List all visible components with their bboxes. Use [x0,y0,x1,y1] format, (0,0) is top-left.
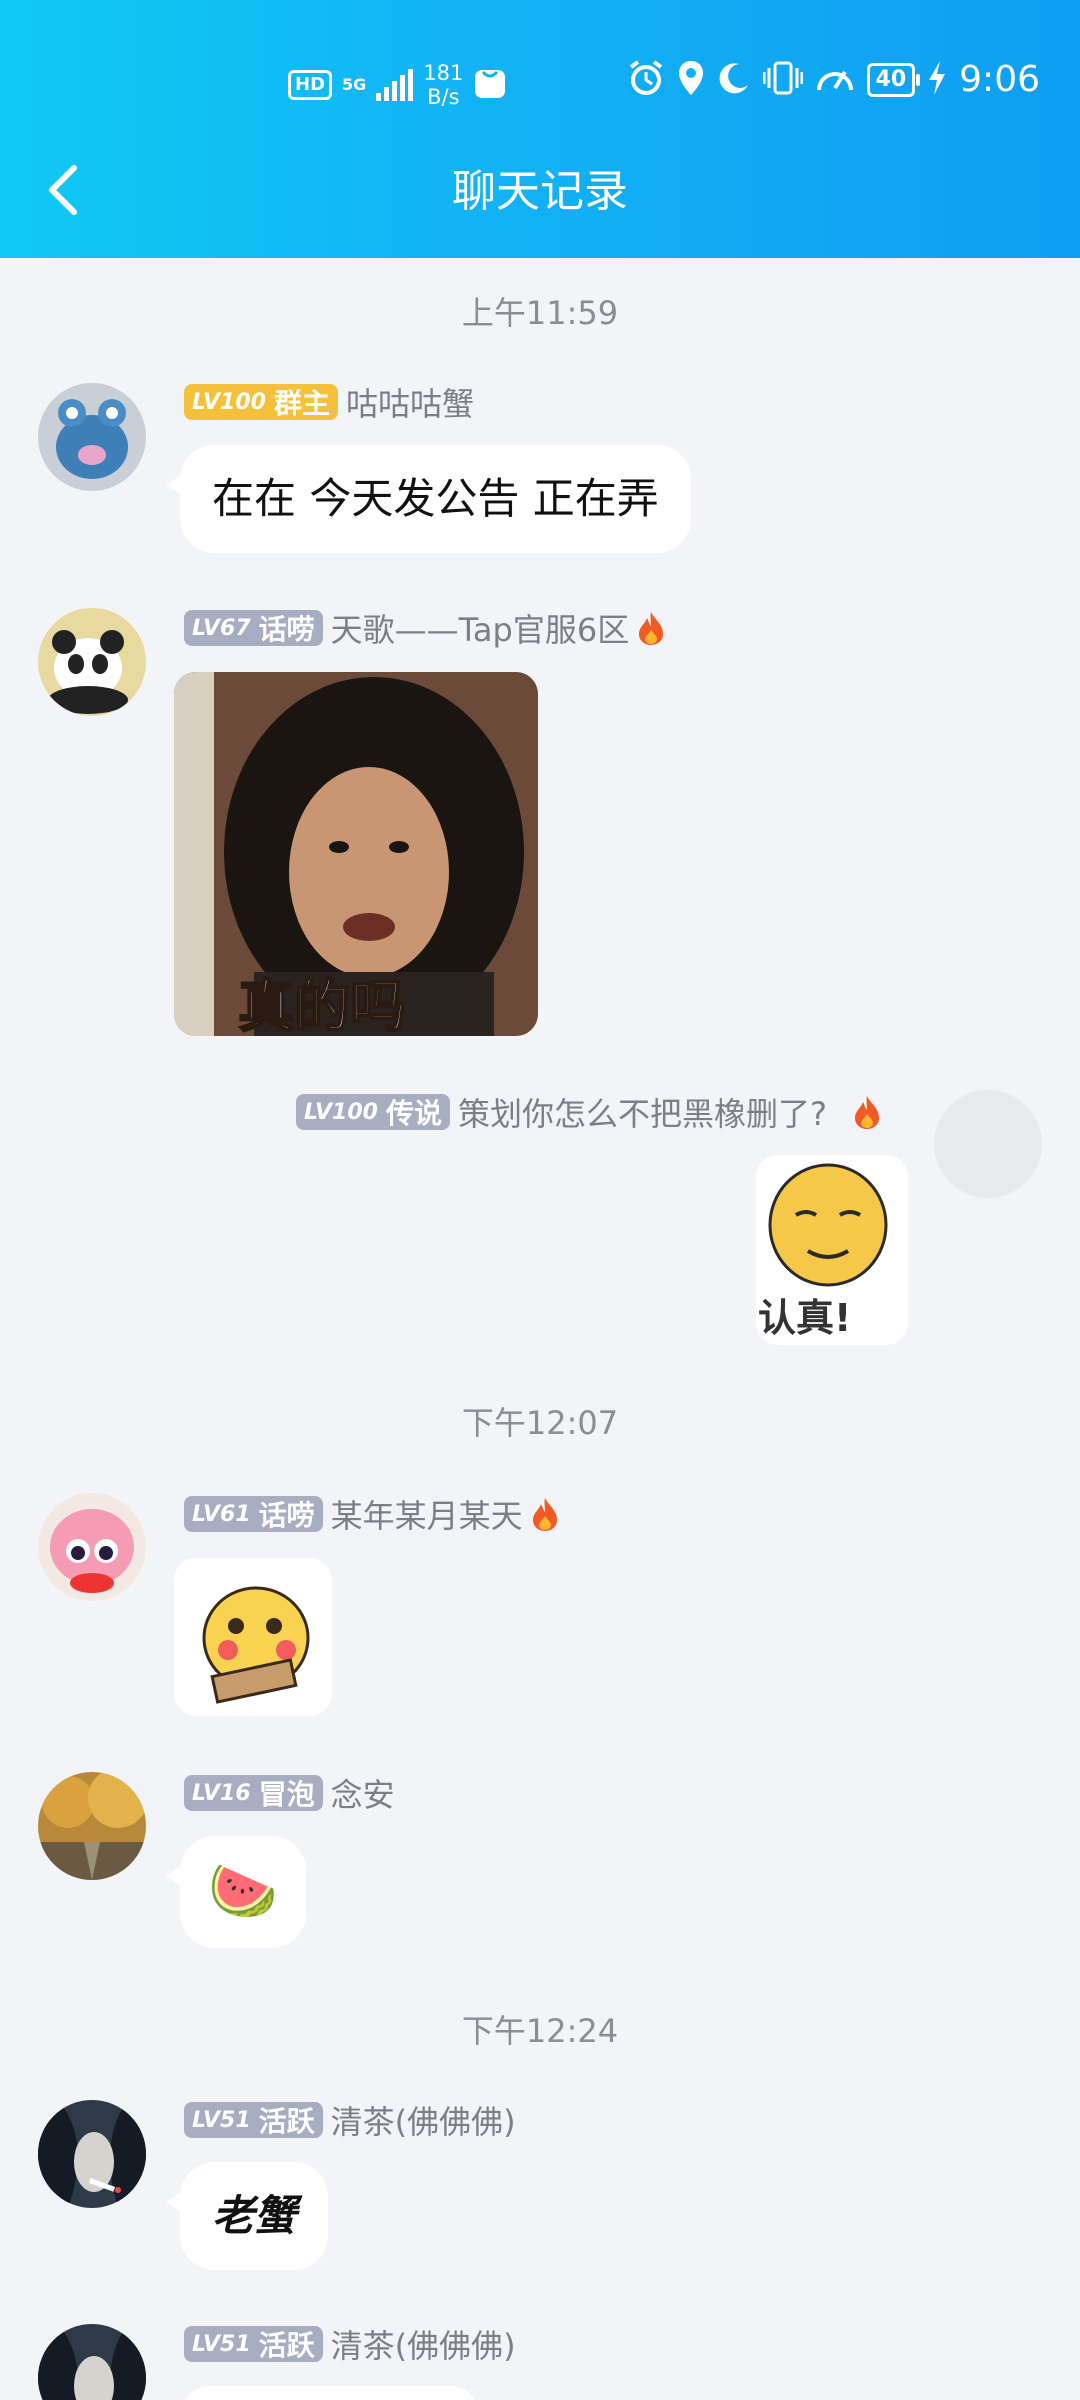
avatar[interactable] [38,2324,146,2400]
message-bubble[interactable]: 🍉 [166,1836,306,1948]
avatar[interactable] [38,1493,146,1601]
status-bar: HD 5G 181 B/s 40 9:06 [0,55,1080,109]
moon-icon [717,61,751,99]
level-badge: LV67 话唠 [184,610,323,646]
fire-icon [532,1498,557,1531]
signal-bars-icon [376,69,414,101]
timestamp: 上午11:59 [461,294,619,332]
net-speed: 181 B/s [423,61,464,109]
sender-name[interactable]: 念安 [331,1770,395,1816]
alarm-icon [627,59,665,101]
clock: 9:06 [959,59,1040,100]
hd-badge: HD [288,70,333,100]
store-icon [473,66,507,104]
timestamp: 下午12:07 [461,1404,619,1442]
message-meta: LV100 传说 策划你怎么不把黑橡删了? [296,1089,881,1135]
speed-icon [815,60,855,100]
vibrate-icon [762,60,804,100]
avatar[interactable] [38,1772,146,1880]
sticker-caption: 真的吗 [237,974,407,1036]
message-meta: LV100 群主 咕咕咕蟹 [184,379,474,425]
battery-indicator: 40 [866,63,920,97]
sticker-image[interactable]: 认真! [756,1155,908,1345]
sender-name[interactable]: 天歌——Tap官服6区 [331,605,630,651]
timestamp: 下午12:24 [461,2012,619,2050]
level-badge: LV51 活跃 [184,2102,323,2138]
level-badge: LV16 冒泡 [184,1775,323,1811]
message-meta: LV67 话唠 天歌——Tap官服6区 [184,605,665,651]
message-meta: LV16 冒泡 念安 [184,1770,395,1816]
fire-icon [639,612,664,645]
emoji: 🍉 [208,1859,278,1924]
level-badge: LV51 活跃 [184,2326,323,2362]
avatar[interactable] [38,383,146,491]
message-meta: LV51 活跃 清茶(佛佛佛) [184,2321,516,2367]
message-bubble[interactable]: 老蟹 [165,2162,329,2270]
fire-icon [854,1096,879,1129]
message-bubble[interactable] [180,2386,480,2400]
sender-name[interactable]: 策划你怎么不把黑橡删了? [458,1089,827,1135]
avatar[interactable] [38,608,146,716]
message-bubble[interactable]: 在在 今天发公告 正在弄 [166,445,691,553]
sticker-image[interactable]: 真的吗 [174,672,538,1036]
avatar[interactable] [38,2100,146,2208]
message-meta: LV51 活跃 清茶(佛佛佛) [184,2097,516,2143]
sender-name[interactable]: 清茶(佛佛佛) [331,2321,516,2367]
sender-name[interactable]: 某年某月某天 [331,1491,523,1537]
message-meta: LV61 话唠 某年某月某天 [184,1491,559,1537]
app-header: HD 5G 181 B/s 40 9:06 聊天记录 [0,0,1080,258]
level-badge: LV100 群主 [184,384,338,420]
level-badge: LV61 话唠 [184,1496,323,1532]
sticker-caption: 认真! [758,1296,852,1340]
sender-name[interactable]: 清茶(佛佛佛) [331,2097,516,2143]
network-type: 5G [342,75,367,94]
sticker-image[interactable] [174,1558,332,1716]
level-badge: LV100 传说 [296,1094,450,1130]
charging-icon [927,60,947,100]
sender-name[interactable]: 咕咕咕蟹 [346,379,474,425]
location-icon [677,59,705,101]
avatar-self[interactable] [934,1090,1042,1198]
page-title: 聊天记录 [452,166,628,217]
